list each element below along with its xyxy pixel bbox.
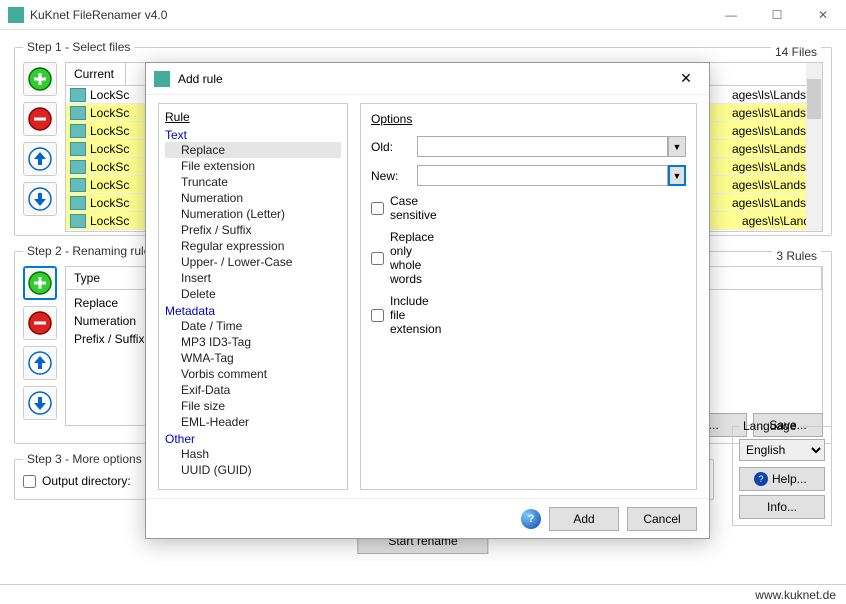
file-icon	[70, 124, 86, 138]
rule-tree[interactable]: Rule TextReplaceFile extensionTruncateNu…	[158, 103, 348, 490]
move-down-button[interactable]	[23, 182, 57, 216]
rule-down-button[interactable]	[23, 386, 57, 420]
rule-item[interactable]: Exif-Data	[165, 382, 341, 398]
new-label: New:	[371, 169, 411, 183]
step1-legend: Step 1 - Select files	[23, 40, 134, 54]
dialog-icon	[154, 71, 170, 87]
file-name: LockSc	[90, 178, 129, 192]
whole-words-checkbox[interactable]	[371, 252, 384, 265]
dialog-help-icon[interactable]: ?	[521, 509, 541, 529]
old-input[interactable]	[417, 136, 668, 157]
step2-legend: Step 2 - Renaming rules	[23, 244, 160, 258]
maximize-button[interactable]: ☐	[754, 0, 800, 30]
rule-item[interactable]: Insert	[165, 270, 341, 286]
output-directory-checkbox[interactable]	[23, 475, 36, 488]
window-title: KuKnet FileRenamer v4.0	[30, 8, 708, 22]
info-button[interactable]: Info...	[739, 495, 825, 519]
file-icon	[70, 142, 86, 156]
rule-category[interactable]: Metadata	[165, 304, 341, 318]
file-icon	[70, 196, 86, 210]
file-icon	[70, 160, 86, 174]
cancel-button[interactable]: Cancel	[627, 507, 697, 531]
rule-item[interactable]: Numeration (Letter)	[165, 206, 341, 222]
rule-item[interactable]: UUID (GUID)	[165, 462, 341, 478]
rule-item[interactable]: Upper- / Lower-Case	[165, 254, 341, 270]
rule-item[interactable]: Truncate	[165, 174, 341, 190]
file-name: LockSc	[90, 214, 129, 228]
new-input[interactable]	[417, 165, 668, 186]
case-sensitive-label: Case sensitive	[390, 194, 430, 222]
step3-legend: Step 3 - More options	[23, 452, 146, 466]
dialog-title: Add rule	[178, 72, 671, 86]
file-name: LockSc	[90, 106, 129, 120]
step2-rule-count: 3 Rules	[772, 249, 821, 263]
file-name: LockSc	[90, 88, 129, 102]
include-extension-checkbox[interactable]	[371, 309, 384, 322]
dialog-close-button[interactable]: ✕	[671, 70, 701, 87]
move-up-button[interactable]	[23, 142, 57, 176]
minimize-button[interactable]: —	[708, 0, 754, 30]
rule-category[interactable]: Text	[165, 128, 341, 142]
rule-item[interactable]: WMA-Tag	[165, 350, 341, 366]
new-dropdown-button[interactable]: ▼	[668, 165, 686, 186]
rule-item[interactable]: Replace	[165, 142, 341, 158]
file-icon	[70, 106, 86, 120]
file-name: LockSc	[90, 124, 129, 138]
file-name: LockSc	[90, 142, 129, 156]
rule-item[interactable]: Delete	[165, 286, 341, 302]
remove-rule-button[interactable]	[23, 306, 57, 340]
rule-item[interactable]: File extension	[165, 158, 341, 174]
rule-item[interactable]: MP3 ID3-Tag	[165, 334, 341, 350]
file-name: LockSc	[90, 160, 129, 174]
old-label: Old:	[371, 140, 411, 154]
options-section-label: Options	[371, 112, 686, 126]
file-icon	[70, 178, 86, 192]
rule-item[interactable]: Prefix / Suffix	[165, 222, 341, 238]
language-legend: Language	[739, 419, 800, 433]
rule-item[interactable]: EML-Header	[165, 414, 341, 430]
help-button[interactable]: ?Help...	[739, 467, 825, 491]
close-button[interactable]: ✕	[800, 0, 846, 30]
statusbar-link[interactable]: www.kuknet.de	[755, 588, 836, 602]
statusbar: www.kuknet.de	[0, 584, 846, 604]
file-icon	[70, 88, 86, 102]
add-rule-button[interactable]	[23, 266, 57, 300]
window-titlebar: KuKnet FileRenamer v4.0 — ☐ ✕	[0, 0, 846, 30]
rule-item[interactable]: Regular expression	[165, 238, 341, 254]
rule-section-label: Rule	[165, 110, 341, 124]
col-current[interactable]: Current	[66, 63, 126, 85]
rule-item[interactable]: Numeration	[165, 190, 341, 206]
output-directory-label: Output directory:	[42, 474, 131, 488]
whole-words-label: Replace only whole words	[390, 230, 430, 286]
old-dropdown-button[interactable]: ▼	[668, 136, 686, 157]
remove-files-button[interactable]	[23, 102, 57, 136]
step1-file-count: 14 Files	[771, 45, 821, 59]
app-icon	[8, 7, 24, 23]
file-name: LockSc	[90, 196, 129, 210]
options-panel: Options Old: ▼ New: ▼ Case sensitive	[360, 103, 697, 490]
rule-up-button[interactable]	[23, 346, 57, 380]
rule-item[interactable]: Vorbis comment	[165, 366, 341, 382]
add-rule-dialog: Add rule ✕ Rule TextReplaceFile extensio…	[145, 62, 710, 539]
add-button[interactable]: Add	[549, 507, 619, 531]
language-select[interactable]: English	[739, 439, 825, 461]
language-fieldset: Language English ?Help... Info...	[732, 419, 832, 526]
file-icon	[70, 214, 86, 228]
case-sensitive-checkbox[interactable]	[371, 202, 384, 215]
rule-category[interactable]: Other	[165, 432, 341, 446]
rule-item[interactable]: File size	[165, 398, 341, 414]
add-files-button[interactable]	[23, 62, 57, 96]
rule-item[interactable]: Date / Time	[165, 318, 341, 334]
rule-item[interactable]: Hash	[165, 446, 341, 462]
include-extension-label: Include file extension	[390, 294, 430, 336]
file-list-scrollbar[interactable]	[806, 63, 822, 231]
